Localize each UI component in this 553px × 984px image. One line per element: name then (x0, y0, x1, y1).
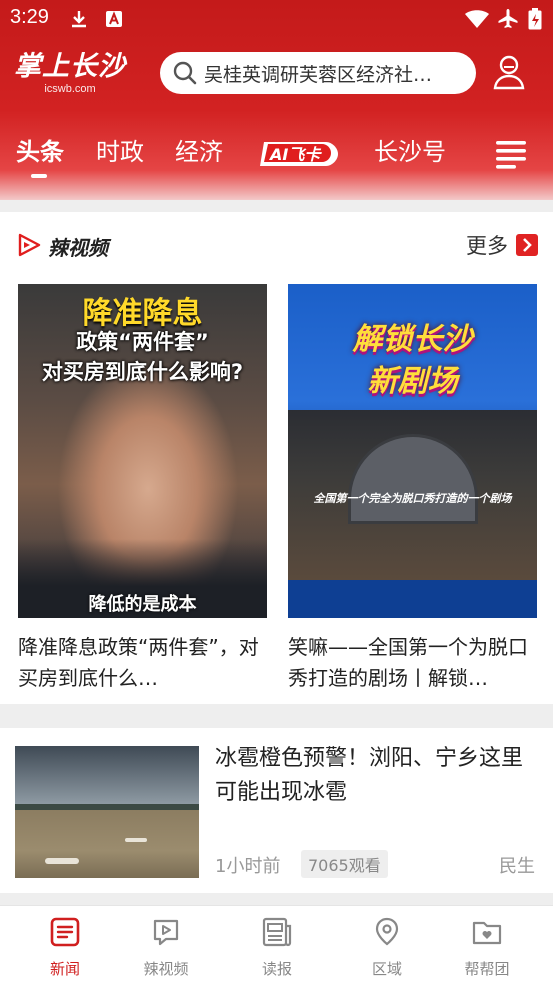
nav-item-video[interactable]: 辣视频 (121, 906, 211, 984)
video-thumb-line2: 对买房到底什么影响? (41, 360, 244, 384)
folder-heart-icon (472, 921, 502, 945)
nav-item-newspaper[interactable]: 读报 (232, 906, 322, 984)
news-title: 冰雹橙色预警！浏阳、宁乡这里可能出现冰雹 (215, 746, 524, 805)
video-thumb-line1: 政策“两件套” (76, 330, 209, 354)
video-thumbnail[interactable]: 解锁长沙 新剧场 全国第一个完全为脱口秀打造的一个剧场 (288, 284, 537, 618)
nav-label: 区域 (371, 960, 402, 978)
video-caption[interactable]: 笑嘛——全国第一个为脱口秀打造的剧场丨解锁… (288, 632, 537, 694)
battery-icon (528, 8, 542, 30)
nav-item-region[interactable]: 区域 (342, 906, 432, 984)
tab-changsha-hao[interactable]: 长沙号 (374, 132, 446, 167)
search-placeholder: 吴桂英调研芙蓉区经济社… (204, 63, 433, 86)
sky-shape (15, 746, 199, 804)
tab-politics[interactable]: 时政 (96, 132, 144, 167)
video-thumb-title2: 新剧场 (367, 364, 458, 399)
video-thumb-subtitle: 降低的是成本 (88, 594, 197, 615)
news-thumbnail (15, 746, 199, 878)
nav-label: 帮帮团 (464, 960, 510, 978)
tab-headlines[interactable]: 头条 (16, 132, 64, 167)
chevron-right-icon[interactable] (516, 234, 538, 256)
menu-icon[interactable] (495, 139, 527, 169)
bottom-navigation: 新闻 辣视频 读报 区域 帮帮团 (0, 905, 553, 984)
video-section: 辣视频 更多 降准降息 政策“两件套” 对买房到底什么影响? 降低的是成本 降准… (0, 212, 553, 704)
nav-label: 新闻 (49, 960, 80, 978)
news-list-item[interactable]: 冰雹橙色预警！浏阳、宁乡这里可能出现冰雹 1小时前 7065观看 民生 (0, 728, 553, 893)
tab-economy[interactable]: 经济 (175, 132, 223, 167)
video-icon (153, 919, 179, 946)
user-profile-icon[interactable] (492, 53, 526, 91)
tab-ai-feika-label: AI飞卡 (268, 145, 322, 164)
channel-tabs: 头条 时政 经济 AI飞卡 长沙号 (0, 132, 553, 180)
status-time: 3:29 (10, 6, 49, 28)
nav-label: 读报 (261, 960, 292, 978)
status-bar: 3:29 (0, 0, 553, 38)
section-title: 辣视频 (48, 236, 108, 260)
active-tab-indicator (31, 174, 47, 178)
logo-domain: icswb.com (44, 83, 96, 95)
bottom-band (288, 580, 537, 618)
video-thumbnail[interactable]: 降准降息 政策“两件套” 对买房到底什么影响? 降低的是成本 (18, 284, 267, 618)
video-caption[interactable]: 降准降息政策“两件套”，对买房到底什么… (18, 632, 267, 694)
video-thumb-title: 解锁长沙 (352, 322, 473, 357)
news-icon (50, 917, 80, 947)
tab-ai-feika[interactable]: AI飞卡 (258, 140, 340, 168)
more-link[interactable]: 更多 (466, 230, 508, 260)
airplane-icon (498, 9, 518, 28)
play-triangle-icon (18, 233, 41, 257)
nav-item-news[interactable]: 新闻 (20, 906, 110, 984)
search-icon (173, 61, 197, 85)
news-time: 1小时前 (215, 856, 281, 877)
news-category[interactable]: 民生 (499, 852, 535, 878)
location-icon (375, 917, 399, 946)
app-header: 3:29 掌上长沙 icswb.com 吴桂英调研芙蓉区经济社… 头条 时政 经… (0, 0, 553, 200)
download-icon (72, 11, 86, 28)
app-logo[interactable]: 掌上长沙 icswb.com (14, 52, 144, 98)
newspaper-icon (262, 917, 292, 947)
view-count-badge: 7065观看 (301, 850, 388, 878)
notification-a-icon (106, 11, 122, 27)
river-shape (15, 810, 199, 878)
boat-shape (45, 858, 79, 864)
nav-item-help[interactable]: 帮帮团 (442, 906, 532, 984)
logo-text: 掌上长沙 (14, 51, 126, 82)
boat-shape (125, 838, 147, 842)
search-input[interactable]: 吴桂英调研芙蓉区经济社… (160, 52, 476, 94)
nav-label: 辣视频 (143, 960, 189, 978)
video-thumb-line1: 全国第一个完全为脱口秀打造的一个剧场 (313, 492, 512, 505)
wifi-icon (465, 10, 489, 28)
